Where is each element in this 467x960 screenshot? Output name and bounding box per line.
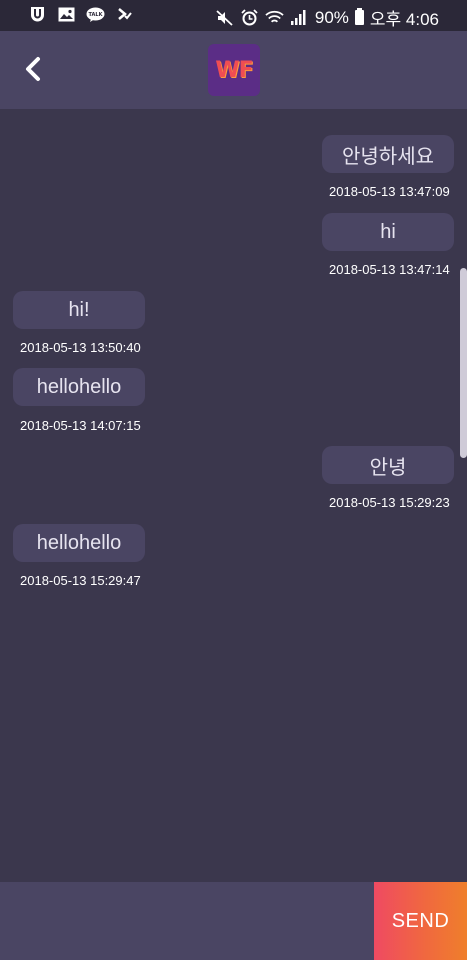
message-text: hellohello [36,531,122,554]
message-bubble-incoming: hi! [13,291,145,329]
message-input[interactable] [0,882,374,960]
mute-icon [215,9,234,26]
message-bubble-outgoing: 안녕 [322,446,454,484]
scrollbar[interactable] [460,268,467,458]
gallery-icon [57,6,76,23]
status-bar: TALK 90% 오후 4:06 [0,0,467,31]
signal-icon [290,9,309,26]
message-text: hi [380,220,396,243]
app-u-icon [28,6,47,23]
notification-icons: TALK [28,6,134,23]
message-timestamp: 2018-05-13 14:07:15 [20,418,141,433]
kakaotalk-icon: TALK [86,6,105,23]
message-text: hellohello [36,375,122,398]
message-bubble-incoming: hellohello [13,368,145,406]
message-bubble-outgoing: 안녕하세요 [322,135,454,173]
message-timestamp: 2018-05-13 13:47:09 [329,184,450,199]
alarm-icon [240,9,259,26]
battery-icon [354,8,364,25]
app-logo-text: WF [215,57,253,83]
message-text: 안녕 [369,456,407,479]
app-header: WF [0,31,467,109]
send-button-label: SEND [391,909,450,932]
message-text: 안녕하세요 [342,145,434,168]
app-logo: WF [208,44,260,96]
message-bubble-incoming: hellohello [13,524,145,562]
message-bubble-outgoing: hi [322,213,454,251]
battery-percent: 90% [314,7,349,27]
message-timestamp: 2018-05-13 13:47:14 [329,262,450,277]
message-timestamp: 2018-05-13 15:29:23 [329,495,450,510]
message-text: hi! [68,298,90,321]
system-status: 90% 오후 4:06 [215,5,439,30]
message-timestamp: 2018-05-13 15:29:47 [20,573,141,588]
clock: 오후 4:06 [369,10,439,29]
chevron-left-icon [26,57,40,81]
svg-text:TALK: TALK [89,12,104,18]
message-timestamp: 2018-05-13 13:50:40 [20,340,141,355]
send-button[interactable]: SEND [374,882,467,960]
back-button[interactable] [18,51,50,87]
wifi-icon [265,9,284,26]
checklist-icon [115,6,134,23]
